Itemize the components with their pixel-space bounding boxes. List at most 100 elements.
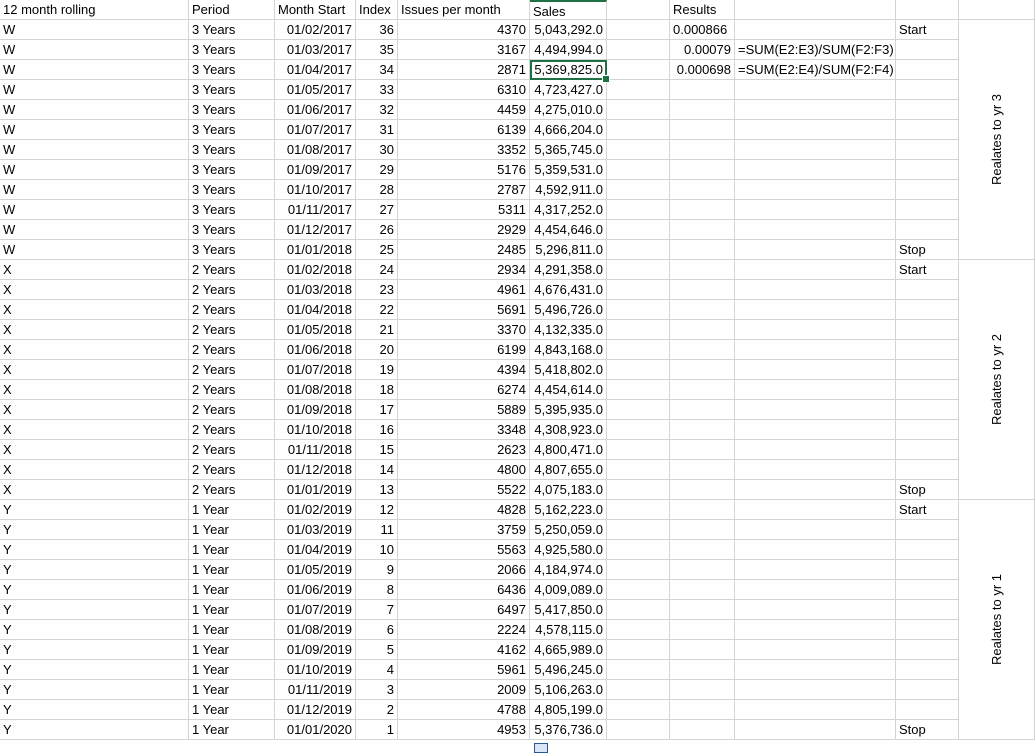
cell-empty[interactable]: [735, 460, 896, 480]
cell-empty[interactable]: [735, 260, 896, 280]
cell-period[interactable]: 3 Years: [189, 220, 275, 240]
cell-empty[interactable]: [670, 720, 735, 740]
cell-rolling-code[interactable]: Y: [0, 560, 189, 580]
cell-empty[interactable]: [607, 20, 670, 40]
cell-rolling-code[interactable]: X: [0, 340, 189, 360]
cell-month-start[interactable]: 01/07/2017: [275, 120, 356, 140]
cell-period[interactable]: 3 Years: [189, 60, 275, 80]
cell-month-start[interactable]: 01/06/2018: [275, 340, 356, 360]
cell-index[interactable]: 32: [356, 100, 398, 120]
cell-rolling-code[interactable]: Y: [0, 720, 189, 740]
cell-rolling-code[interactable]: W: [0, 20, 189, 40]
cell-empty[interactable]: [735, 380, 896, 400]
cell-period[interactable]: 1 Year: [189, 640, 275, 660]
cell-empty[interactable]: [735, 340, 896, 360]
cell-rolling-code[interactable]: X: [0, 420, 189, 440]
cell-empty[interactable]: [670, 560, 735, 580]
cell-month-start[interactable]: 01/09/2018: [275, 400, 356, 420]
cell-empty[interactable]: [896, 280, 959, 300]
cell-index[interactable]: 21: [356, 320, 398, 340]
cell-issues[interactable]: 3348: [398, 420, 530, 440]
cell-issues[interactable]: 5176: [398, 160, 530, 180]
cell-month-start[interactable]: 01/08/2018: [275, 380, 356, 400]
cell-month-start[interactable]: 01/10/2018: [275, 420, 356, 440]
cell-empty[interactable]: [670, 460, 735, 480]
header-results[interactable]: Results: [670, 0, 735, 20]
cell-sales[interactable]: 5,365,745.0: [530, 140, 607, 160]
cell-issues[interactable]: 4953: [398, 720, 530, 740]
cell-issues[interactable]: 2929: [398, 220, 530, 240]
cell-empty[interactable]: [670, 320, 735, 340]
cell-empty[interactable]: [607, 160, 670, 180]
cell-month-start[interactable]: 01/01/2020: [275, 720, 356, 740]
cell-index[interactable]: 31: [356, 120, 398, 140]
cell-sales[interactable]: 4,132,335.0: [530, 320, 607, 340]
cell-index[interactable]: 27: [356, 200, 398, 220]
cell-empty[interactable]: [607, 120, 670, 140]
cell-rolling-code[interactable]: W: [0, 180, 189, 200]
cell-result-formula[interactable]: =SUM(E2:E4)/SUM(F2:F4): [735, 60, 896, 80]
cell-period[interactable]: 3 Years: [189, 40, 275, 60]
cell-issues[interactable]: 2787: [398, 180, 530, 200]
cell-index[interactable]: 34: [356, 60, 398, 80]
cell-issues[interactable]: 4162: [398, 640, 530, 660]
cell-issues[interactable]: 3352: [398, 140, 530, 160]
header-month-start[interactable]: Month Start: [275, 0, 356, 20]
cell-empty[interactable]: [735, 20, 896, 40]
cell-period[interactable]: 3 Years: [189, 120, 275, 140]
cell-empty[interactable]: [896, 380, 959, 400]
cell-sales[interactable]: 4,009,089.0: [530, 580, 607, 600]
cell-index[interactable]: 29: [356, 160, 398, 180]
cell-empty[interactable]: [607, 600, 670, 620]
cell-index[interactable]: 5: [356, 640, 398, 660]
cell-rolling-code[interactable]: W: [0, 160, 189, 180]
cell-empty[interactable]: [607, 200, 670, 220]
cell-empty[interactable]: [670, 540, 735, 560]
cell-rolling-code[interactable]: W: [0, 140, 189, 160]
cell-empty[interactable]: [896, 300, 959, 320]
cell-empty[interactable]: [896, 400, 959, 420]
cell-issues[interactable]: 3759: [398, 520, 530, 540]
cell-empty[interactable]: [896, 580, 959, 600]
group-label-yr2[interactable]: Realates to yr 2: [959, 260, 1035, 500]
cell-issues[interactable]: 2009: [398, 680, 530, 700]
cell-marker-start[interactable]: Start: [896, 20, 959, 40]
cell-empty[interactable]: [607, 360, 670, 380]
cell-sales[interactable]: 4,291,358.0: [530, 260, 607, 280]
cell-rolling-code[interactable]: Y: [0, 500, 189, 520]
cell-month-start[interactable]: 01/03/2018: [275, 280, 356, 300]
cell-sales[interactable]: 4,665,989.0: [530, 640, 607, 660]
cell-month-start[interactable]: 01/06/2019: [275, 580, 356, 600]
cell-period[interactable]: 2 Years: [189, 380, 275, 400]
cell-issues[interactable]: 4961: [398, 280, 530, 300]
cell-rolling-code[interactable]: W: [0, 220, 189, 240]
cell-empty[interactable]: [670, 600, 735, 620]
cell-marker-stop[interactable]: Stop: [896, 240, 959, 260]
group-label-yr1[interactable]: Realates to yr 1: [959, 500, 1035, 740]
cell-period[interactable]: 3 Years: [189, 140, 275, 160]
cell-month-start[interactable]: 01/05/2018: [275, 320, 356, 340]
cell-sales[interactable]: 4,184,974.0: [530, 560, 607, 580]
cell-issues[interactable]: 4788: [398, 700, 530, 720]
header-issues-per-month[interactable]: Issues per month: [398, 0, 530, 20]
cell-empty[interactable]: [607, 60, 670, 80]
cell-sales[interactable]: 4,454,614.0: [530, 380, 607, 400]
cell-empty[interactable]: [670, 160, 735, 180]
cell-empty[interactable]: [670, 260, 735, 280]
cell-empty[interactable]: [607, 380, 670, 400]
cell-empty[interactable]: [607, 660, 670, 680]
cell-empty[interactable]: [896, 100, 959, 120]
cell-empty[interactable]: [735, 420, 896, 440]
cell-index[interactable]: 23: [356, 280, 398, 300]
cell-index[interactable]: 15: [356, 440, 398, 460]
cell-empty[interactable]: [896, 80, 959, 100]
cell-sales[interactable]: 4,494,994.0: [530, 40, 607, 60]
cell-period[interactable]: 1 Year: [189, 660, 275, 680]
cell-empty[interactable]: [735, 240, 896, 260]
header-blank-k[interactable]: [959, 0, 1035, 20]
cell-empty[interactable]: [670, 520, 735, 540]
cell-sales[interactable]: 5,359,531.0: [530, 160, 607, 180]
cell-sales[interactable]: 5,250,059.0: [530, 520, 607, 540]
cell-empty[interactable]: [670, 480, 735, 500]
cell-issues[interactable]: 5889: [398, 400, 530, 420]
